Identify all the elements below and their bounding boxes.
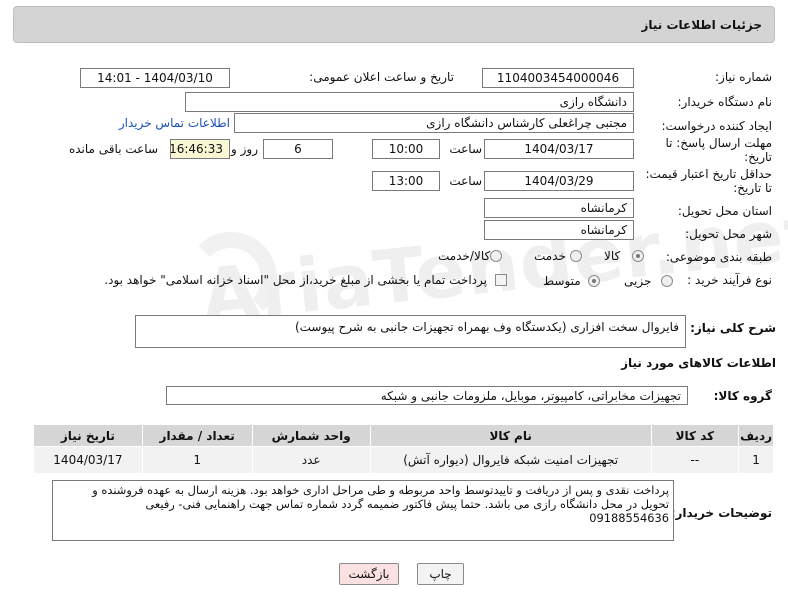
- days-label: روز و: [231, 142, 258, 156]
- cell-row: 1: [738, 446, 774, 474]
- back-button[interactable]: بازگشت: [339, 563, 399, 585]
- remaining-days: 6: [263, 139, 333, 159]
- reply-deadline-time: 10:00: [372, 139, 440, 159]
- col-unit: واحد شمارش: [251, 424, 371, 447]
- description-label: شرح کلی نیاز:: [690, 321, 776, 335]
- reply-deadline-label: مهلت ارسال پاسخ: تا: [665, 136, 772, 150]
- remaining-time-label: ساعت باقی مانده: [68, 142, 158, 156]
- goods-group-field: تجهیزات مخابراتی، کامپیوتر، موبایل، ملزو…: [166, 386, 688, 405]
- province-label: استان محل تحویل:: [677, 204, 772, 218]
- remaining-time: 16:46:33: [170, 139, 230, 159]
- announce-date-label: تاریخ و ساعت اعلان عمومی:: [309, 70, 454, 84]
- category-label: طبقه بندی موضوعی:: [665, 250, 772, 264]
- buyer-notes-line-1: پرداخت نقدی و پس از دریافت و تاییدتوسط و…: [92, 483, 669, 497]
- treasury-note: پرداخت تمام یا بخشی از مبلغ خرید،از محل …: [104, 273, 487, 287]
- category-option-goods-service: کالا/خدمت: [438, 249, 491, 263]
- purchase-radio-medium[interactable]: [588, 275, 600, 287]
- buyer-notes-line-3: 09188554636: [589, 511, 669, 525]
- category-option-service: خدمت: [534, 249, 566, 263]
- cell-unit: عدد: [251, 446, 371, 474]
- col-name: نام کالا: [369, 424, 652, 447]
- cell-need-date: 1404/03/17: [33, 446, 143, 474]
- price-validity-label: حداقل تاریخ اعتبار قیمت:: [645, 167, 772, 181]
- goods-table-header: ردیف کد کالا نام کالا واحد شمارش تعداد /…: [33, 424, 774, 447]
- buyer-contact-link[interactable]: اطلاعات تماس خریدار: [119, 116, 230, 130]
- buyer-notes-label: توضیحات خریدار:: [670, 506, 772, 520]
- col-row: ردیف: [738, 424, 774, 447]
- print-button[interactable]: چاپ: [417, 563, 464, 585]
- buyer-notes-line-2: تحویل در محل دانشگاه رازی می باشد. حتما …: [145, 497, 669, 511]
- price-validity-date: 1404/03/29: [484, 171, 634, 191]
- col-code: کد کالا: [650, 424, 740, 447]
- goods-table: ردیف کد کالا نام کالا واحد شمارش تعداد /…: [33, 424, 774, 474]
- creator-field: مجتبی چراغعلی کارشناس دانشگاه رازی: [234, 113, 634, 133]
- price-validity-time: 13:00: [372, 171, 440, 191]
- category-radio-service[interactable]: [570, 250, 582, 262]
- description-field: فایروال سخت افزاری (یکدستگاه وف بهمراه ت…: [135, 315, 686, 348]
- cell-name: تجهیزات امنیت شبکه فایروال (دیواره آتش): [369, 446, 652, 474]
- goods-section-title: اطلاعات کالاهای مورد نیاز: [621, 356, 776, 370]
- buyer-notes-field: پرداخت نقدی و پس از دریافت و تاییدتوسط و…: [52, 480, 674, 541]
- category-option-goods: کالا: [604, 249, 621, 263]
- city-label: شهر محل تحویل:: [685, 227, 772, 241]
- reply-time-label: ساعت: [449, 142, 482, 156]
- reply-deadline-label-2: تاریخ:: [744, 150, 772, 164]
- purchase-option-medium: متوسط: [543, 274, 581, 288]
- goods-group-label: گروه کالا:: [713, 389, 772, 403]
- need-number-field: 1104003454000046: [482, 68, 634, 88]
- purchase-option-minor: جزیی: [624, 274, 652, 288]
- buyer-org-label: نام دستگاه خریدار:: [677, 95, 773, 109]
- cell-quantity: 1: [141, 446, 253, 474]
- col-quantity: تعداد / مقدار: [141, 424, 253, 447]
- category-radio-goods[interactable]: [632, 250, 644, 262]
- price-validity-label-2: تا تاریخ:: [733, 181, 772, 195]
- purchase-radio-minor[interactable]: [661, 275, 673, 287]
- col-need-date: تاریخ نیاز: [33, 424, 143, 447]
- table-row: 1 -- تجهیزات امنیت شبکه فایروال (دیواره …: [33, 446, 774, 474]
- reply-deadline-date: 1404/03/17: [484, 139, 634, 159]
- province-field: کرمانشاه: [484, 198, 634, 218]
- need-number-label: شماره نیاز:: [715, 70, 772, 84]
- page-title: جزئیات اطلاعات نیاز: [641, 18, 762, 32]
- page-header: جزئیات اطلاعات نیاز: [13, 6, 775, 43]
- category-radio-goods-service[interactable]: [490, 250, 502, 262]
- price-time-label: ساعت: [449, 174, 482, 188]
- buyer-org-field: دانشگاه رازی: [185, 92, 634, 112]
- purchase-type-label: نوع فرآیند خرید :: [687, 273, 772, 287]
- city-field: کرمانشاه: [484, 220, 634, 240]
- creator-label: ایجاد کننده درخواست:: [661, 119, 772, 133]
- cell-code: --: [650, 446, 740, 474]
- announce-date-field: 1404/03/10 - 14:01: [80, 68, 230, 88]
- treasury-checkbox[interactable]: [495, 274, 507, 286]
